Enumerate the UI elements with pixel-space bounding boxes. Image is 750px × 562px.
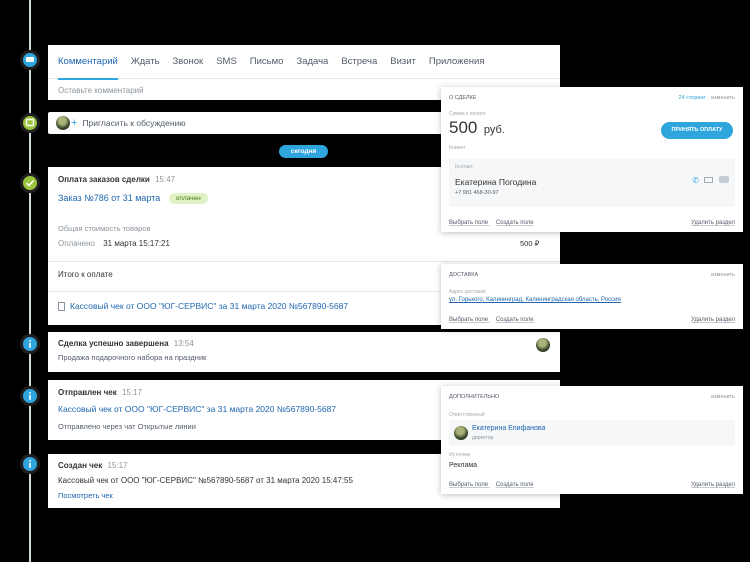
accept-payment-button[interactable]: ПРИНЯТЬ ОПЛАТУ xyxy=(661,122,733,139)
edit-link[interactable]: изменить xyxy=(711,95,735,101)
select-field-link[interactable]: Выбрать поле xyxy=(449,482,488,488)
create-field-link[interactable]: Создать поле xyxy=(496,220,534,226)
edit-link[interactable]: изменить xyxy=(711,272,735,278)
sum-label: Сумма к оплате xyxy=(449,111,486,117)
paid-label: Оплачено xyxy=(58,239,95,248)
info-node-icon xyxy=(20,334,40,354)
deal-done-time: 13:54 xyxy=(173,339,194,348)
tab-call[interactable]: Звонок xyxy=(173,45,204,79)
contact-block: Контакт Екатерина Погодина +7 981 468-30… xyxy=(449,159,735,207)
info-node-icon xyxy=(20,386,40,406)
paid-amount: 500 ₽ xyxy=(520,239,540,248)
about-deal-header: О СДЕЛКЕ xyxy=(449,95,477,101)
info-node-icon xyxy=(20,454,40,474)
goods-label: Общая стоимость товаров xyxy=(58,224,151,233)
activity-tabs: Комментарий Ждать Звонок SMS Письмо Зада… xyxy=(48,45,560,80)
contact-label: Контакт xyxy=(455,164,474,170)
check-created-time: 15:17 xyxy=(107,461,128,470)
select-field-link[interactable]: Выбрать поле xyxy=(449,220,488,226)
delete-section-link[interactable]: Удалить раздел xyxy=(691,482,735,488)
check-sent-text: Отправлено через чат Открытые линии xyxy=(58,422,196,431)
payment-time: 15:47 xyxy=(155,175,176,184)
tab-visit[interactable]: Визит xyxy=(390,45,416,79)
avatar xyxy=(454,426,468,440)
contact-name[interactable]: Екатерина Погодина xyxy=(455,177,536,187)
create-field-link[interactable]: Создать поле xyxy=(496,317,534,323)
extra-panel: ДОПОЛНИТЕЛЬНО изменить Ответственный Ека… xyxy=(441,386,743,494)
delete-section-link[interactable]: Удалить раздел xyxy=(691,317,735,323)
receipt-link[interactable]: Кассовый чек от ООО "ЮГ-СЕРВИС" за 31 ма… xyxy=(70,301,348,311)
status-badge: оплачен xyxy=(168,193,208,205)
tab-email[interactable]: Письмо xyxy=(250,45,284,79)
client-label: Клиент xyxy=(449,145,466,151)
avatar xyxy=(56,116,70,130)
tab-apps[interactable]: Приложения xyxy=(429,45,485,79)
address-link[interactable]: ул. Горького, Калининград, Калининградск… xyxy=(449,297,621,303)
responsible-role: директор xyxy=(472,435,494,441)
view-check-link[interactable]: Посмотреть чек xyxy=(58,491,113,500)
tab-comment[interactable]: Комментарий xyxy=(58,45,118,80)
timeline-line xyxy=(29,0,31,562)
today-badge: сегодня xyxy=(279,145,328,158)
order-link[interactable]: Заказ №786 от 31 марта xyxy=(58,193,160,203)
total-label: Итого к оплате xyxy=(58,270,113,279)
contact-phone: +7 981 468-30-97 xyxy=(455,190,499,196)
phone-icon[interactable]: ✆ xyxy=(692,176,699,185)
payment-title: Оплата заказов сделки xyxy=(58,175,150,184)
check-created-title: Создан чек xyxy=(58,461,103,470)
email-icon[interactable] xyxy=(704,177,713,183)
avatar xyxy=(536,338,550,352)
responsible-block: Екатерина Епифанова директор xyxy=(449,420,735,446)
edit-link[interactable]: изменить xyxy=(711,394,735,400)
sum-amount: 500 xyxy=(449,118,478,137)
create-field-link[interactable]: Создать поле xyxy=(496,482,534,488)
chat-icon[interactable] xyxy=(719,176,729,183)
invite-label: Пригласить к обсуждению xyxy=(82,118,186,128)
deal-done-text: Продажа подарочного набора на праздник xyxy=(58,353,207,362)
brand-logo: 24 сторинг xyxy=(678,95,706,101)
responsible-label: Ответственный xyxy=(449,412,485,418)
tab-task[interactable]: Задача xyxy=(296,45,328,79)
source-value: Реклама xyxy=(449,462,478,469)
receipt-icon xyxy=(58,301,65,311)
tab-wait[interactable]: Ждать xyxy=(131,45,160,79)
comment-node-icon xyxy=(20,50,40,70)
divider xyxy=(48,261,560,262)
delivery-header: ДОСТАВКА xyxy=(449,272,479,278)
check-created-text: Кассовый чек от ООО "ЮГ-СЕРВИС" №567890-… xyxy=(58,476,353,485)
deal-done-card: Сделка успешно завершена 13:54 Продажа п… xyxy=(48,332,560,372)
check-sent-title: Отправлен чек xyxy=(58,388,117,397)
paid-date: 31 марта 15:17:21 xyxy=(103,239,170,248)
extra-header: ДОПОЛНИТЕЛЬНО xyxy=(449,394,500,400)
address-label: Адрес доставки xyxy=(449,289,486,295)
about-deal-panel: О СДЕЛКЕ 24 сторинг изменить Сумма к опл… xyxy=(441,87,743,232)
check-node-icon xyxy=(20,173,40,193)
responsible-name[interactable]: Екатерина Епифанова xyxy=(472,425,545,432)
select-field-link[interactable]: Выбрать поле xyxy=(449,317,488,323)
check-sent-time: 15:17 xyxy=(121,388,142,397)
tab-sms[interactable]: SMS xyxy=(216,45,237,79)
deal-done-title: Сделка успешно завершена xyxy=(58,339,169,348)
delivery-panel: ДОСТАВКА изменить Адрес доставки ул. Гор… xyxy=(441,264,743,329)
delete-section-link[interactable]: Удалить раздел xyxy=(691,220,735,226)
check-sent-link[interactable]: Кассовый чек от ООО "ЮГ-СЕРВИС" за 31 ма… xyxy=(58,404,336,414)
add-icon[interactable]: + xyxy=(71,117,77,129)
source-label: Источник xyxy=(449,452,471,458)
tab-meeting[interactable]: Встреча xyxy=(341,45,377,79)
sum-currency: руб. xyxy=(483,124,505,136)
discussion-node-icon xyxy=(20,113,40,133)
